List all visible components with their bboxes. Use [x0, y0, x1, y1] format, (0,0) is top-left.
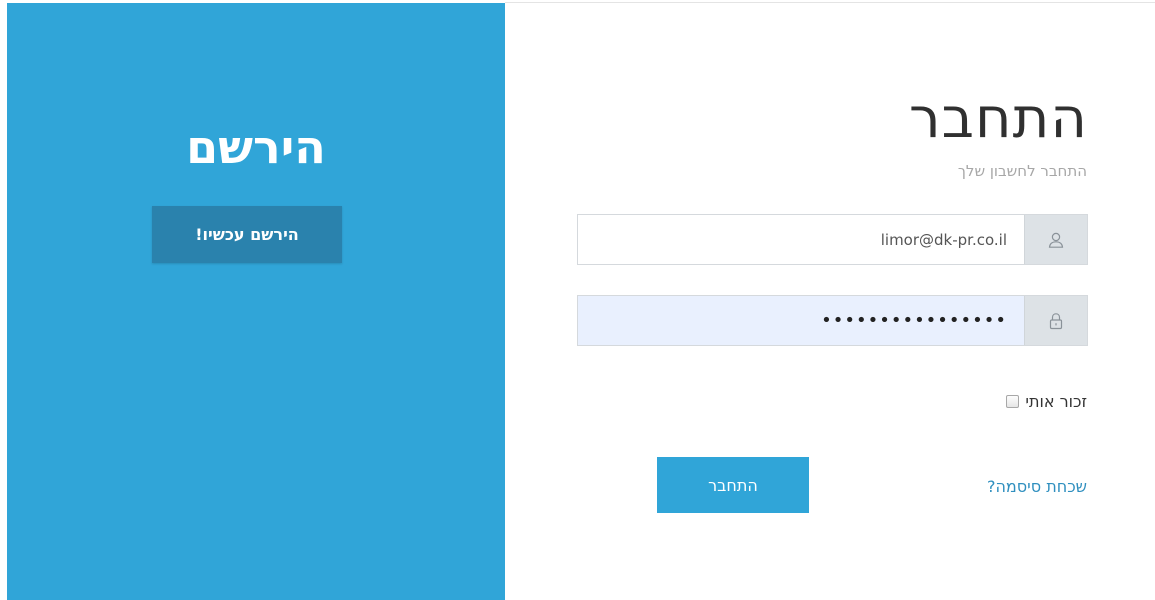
remember-me: זכור אותי — [1006, 390, 1087, 412]
user-icon — [1024, 215, 1087, 264]
password-input[interactable] — [578, 296, 1025, 345]
lock-icon — [1024, 296, 1087, 345]
login-page: הירשם הירשם עכשיו! התחבר התחבר לחשבון של… — [0, 0, 1155, 600]
forgot-password-link[interactable]: שכחת סיסמה? — [987, 476, 1087, 498]
login-submit-button[interactable]: התחבר — [657, 457, 809, 513]
login-subtitle: התחבר לחשבון שלך — [957, 162, 1087, 180]
register-now-button[interactable]: הירשם עכשיו! — [152, 206, 342, 263]
password-field-group — [577, 295, 1088, 346]
email-input[interactable] — [578, 215, 1025, 264]
login-title: התחבר — [909, 86, 1088, 151]
register-panel: הירשם הירשם עכשיו! — [7, 3, 505, 600]
login-panel: התחבר התחבר לחשבון שלך זכור א — [505, 3, 1155, 600]
remember-me-label: זכור אותי — [1025, 391, 1087, 411]
email-field-group — [577, 214, 1088, 265]
remember-me-checkbox[interactable] — [1006, 394, 1020, 408]
register-title: הירשם — [186, 120, 326, 174]
